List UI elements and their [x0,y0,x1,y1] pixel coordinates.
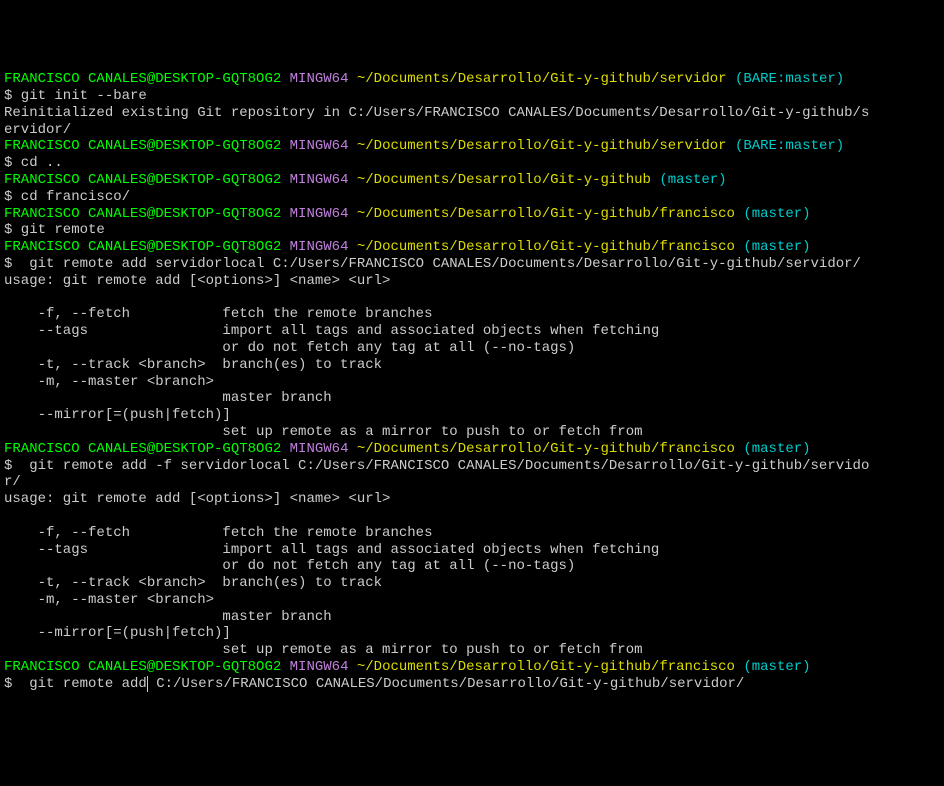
mingw-label: MINGW64 [290,659,349,675]
branch-label: (master) [743,659,810,675]
cwd-path: ~/Documents/Desarrollo/Git-y-github/fran… [357,659,735,675]
user-host: FRANCISCO CANALES@DESKTOP-GQT8OG2 [4,138,281,154]
prompt-line: FRANCISCO CANALES@DESKTOP-GQT8OG2 MINGW6… [4,441,940,458]
command-output: usage: git remote add [<options>] <name>… [4,273,940,441]
command-line: $ git remote [4,222,940,239]
command-output: usage: git remote add [<options>] <name>… [4,491,940,659]
branch-label: (BARE:master) [735,138,844,154]
mingw-label: MINGW64 [290,441,349,457]
command-line: $ cd francisco/ [4,189,940,206]
command-line: $ cd .. [4,155,940,172]
mingw-label: MINGW64 [290,206,349,222]
user-host: FRANCISCO CANALES@DESKTOP-GQT8OG2 [4,71,281,87]
prompt-line: FRANCISCO CANALES@DESKTOP-GQT8OG2 MINGW6… [4,239,940,256]
prompt-line: FRANCISCO CANALES@DESKTOP-GQT8OG2 MINGW6… [4,659,940,676]
terminal-output[interactable]: FRANCISCO CANALES@DESKTOP-GQT8OG2 MINGW6… [4,71,940,692]
user-host: FRANCISCO CANALES@DESKTOP-GQT8OG2 [4,659,281,675]
user-host: FRANCISCO CANALES@DESKTOP-GQT8OG2 [4,239,281,255]
mingw-label: MINGW64 [290,71,349,87]
command-text-after-cursor: C:/Users/FRANCISCO CANALES/Documents/Des… [148,676,745,692]
branch-label: (BARE:master) [735,71,844,87]
user-host: FRANCISCO CANALES@DESKTOP-GQT8OG2 [4,206,281,222]
branch-label: (master) [743,239,810,255]
cwd-path: ~/Documents/Desarrollo/Git-y-github/fran… [357,206,735,222]
command-text-before-cursor: $ git remote add [4,676,147,692]
user-host: FRANCISCO CANALES@DESKTOP-GQT8OG2 [4,172,281,188]
cwd-path: ~/Documents/Desarrollo/Git-y-github/fran… [357,441,735,457]
prompt-line: FRANCISCO CANALES@DESKTOP-GQT8OG2 MINGW6… [4,172,940,189]
current-command-line[interactable]: $ git remote add C:/Users/FRANCISCO CANA… [4,676,940,693]
prompt-line: FRANCISCO CANALES@DESKTOP-GQT8OG2 MINGW6… [4,206,940,223]
prompt-line: FRANCISCO CANALES@DESKTOP-GQT8OG2 MINGW6… [4,138,940,155]
mingw-label: MINGW64 [290,239,349,255]
cwd-path: ~/Documents/Desarrollo/Git-y-github [357,172,651,188]
cwd-path: ~/Documents/Desarrollo/Git-y-github/serv… [357,138,727,154]
command-line: $ git remote add servidorlocal C:/Users/… [4,256,940,273]
cwd-path: ~/Documents/Desarrollo/Git-y-github/fran… [357,239,735,255]
command-line: $ git init --bare [4,88,940,105]
prompt-line: FRANCISCO CANALES@DESKTOP-GQT8OG2 MINGW6… [4,71,940,88]
command-line: $ git remote add -f servidorlocal C:/Use… [4,458,940,492]
mingw-label: MINGW64 [290,138,349,154]
user-host: FRANCISCO CANALES@DESKTOP-GQT8OG2 [4,441,281,457]
branch-label: (master) [659,172,726,188]
mingw-label: MINGW64 [290,172,349,188]
cwd-path: ~/Documents/Desarrollo/Git-y-github/serv… [357,71,727,87]
branch-label: (master) [743,441,810,457]
command-output: Reinitialized existing Git repository in… [4,105,940,139]
branch-label: (master) [743,206,810,222]
